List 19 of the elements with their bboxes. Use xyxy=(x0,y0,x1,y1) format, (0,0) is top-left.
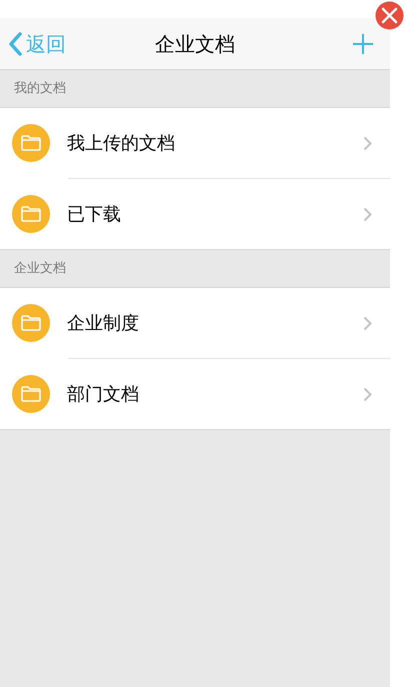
chevron-right-icon xyxy=(363,206,372,222)
chevron-right-icon xyxy=(363,136,372,150)
chevron-right-icon xyxy=(363,316,372,330)
plus-icon xyxy=(352,32,374,54)
add-button[interactable] xyxy=(352,32,374,54)
item-label: 企业制度 xyxy=(67,312,139,336)
folder-icon xyxy=(12,195,50,233)
folder-icon xyxy=(12,124,50,162)
close-icon[interactable] xyxy=(375,1,404,30)
item-label: 我上传的文档 xyxy=(67,132,175,156)
section-header: 企业文档 xyxy=(14,260,66,278)
item-label: 已下载 xyxy=(67,202,121,226)
folder-icon xyxy=(12,375,50,413)
folder-icon xyxy=(12,304,50,342)
item-label: 部门文档 xyxy=(67,382,139,406)
chevron-left-icon xyxy=(8,32,22,56)
section-header: 我的文档 xyxy=(14,80,66,98)
chevron-right-icon xyxy=(363,386,372,402)
window-title: 企业文档 xyxy=(155,32,235,56)
